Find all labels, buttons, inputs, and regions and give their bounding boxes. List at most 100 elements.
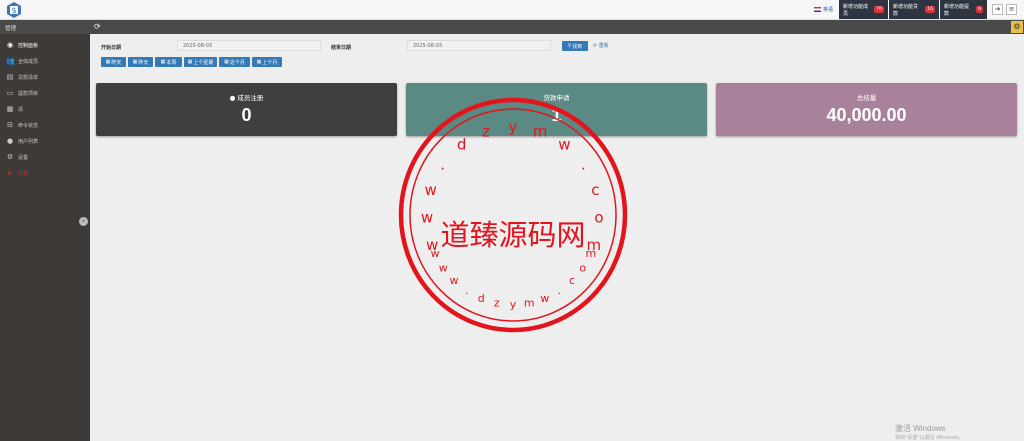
sidebar: ◉ 控制面板 👥 全体成员 ▤ 贷款清单 ▭ 提款项目 ▦ 清 ⊟ 命令状态 ●… (0, 34, 90, 441)
logout-icon[interactable]: ➜ (992, 4, 1003, 15)
notification-label: 新增功能成员 (843, 3, 869, 17)
sidebar-item-label: 贷款清单 (18, 74, 39, 81)
stamp-char: c (591, 181, 599, 199)
reset-icon: ⟳ (593, 43, 598, 49)
notification-badge: 76 (874, 6, 884, 13)
stamp-inner-ring (409, 108, 617, 322)
stat-card-value: 0 (241, 105, 252, 125)
stamp-char: z (482, 123, 490, 141)
menu-icon[interactable]: ≡ (1006, 4, 1017, 15)
stamp-name: 道臻源码网 (440, 218, 585, 252)
sidebar-item-logout[interactable]: ▸ 注销 (0, 165, 90, 181)
list-icon: ▤ (6, 73, 14, 81)
sidebar-item-settings[interactable]: ⚙ 设置 (0, 149, 90, 165)
stamp-char: w (424, 181, 436, 199)
sidebar-item-orders[interactable]: ⊟ 命令状态 (0, 117, 90, 133)
withdraw-icon: ▭ (6, 89, 14, 97)
top-navbar: $ 英语 新增功能成员 76 新增功能贷款 16 新增功能提款 6 ➜ ≡ (0, 0, 1024, 20)
language-switch[interactable]: 英语 (814, 6, 833, 13)
notification-label: 新增功能提款 (944, 3, 970, 17)
range-button-yesterday-2[interactable]: ▦ 昨天 (128, 57, 153, 67)
stamp-char: w (450, 274, 459, 287)
watermark-stamp: www.dz y mw.com www.d z y m w.com 道臻源码网 (398, 97, 628, 333)
notification-badge: 16 (925, 6, 935, 13)
management-label: 管理 (5, 26, 17, 32)
cart-icon: ⊟ (7, 121, 13, 129)
notification-new-members[interactable]: 新增功能成员 76 (839, 0, 888, 19)
start-date-input[interactable]: 2025-08-03 (177, 40, 321, 51)
stamp-char: w (540, 292, 549, 305)
stat-card-total: 总结量 40,000.00 (716, 83, 1017, 136)
settings-gear-icon[interactable]: ⚙ (1011, 21, 1023, 33)
stamp-char: y (509, 118, 518, 136)
range-button-yesterday[interactable]: ▦ 昨天 (101, 57, 126, 67)
range-button-last-week[interactable]: ▦ 上个星期 (184, 57, 217, 67)
range-button-last-month[interactable]: ▦ 上个月 (252, 57, 282, 67)
sidebar-item-label: 全体成员 (18, 58, 39, 65)
sidebar-item-label: 命令状态 (18, 122, 39, 129)
refresh-icon[interactable]: ⟳ (94, 22, 103, 31)
reset-button[interactable]: ⟳ 重新 (593, 42, 609, 49)
stamp-char: y (510, 298, 517, 311)
calendar-icon: ▦ (160, 59, 166, 65)
stat-card-title-text: 成员注册 (237, 94, 264, 102)
sidebar-item-label: 控制面板 (18, 42, 39, 49)
sub-header: 管理 ⟳ ⚙ (0, 20, 1024, 34)
range-label: 本周 (166, 59, 177, 66)
sidebar-item-members[interactable]: 👥 全体成员 (0, 53, 90, 69)
collapse-sidebar-icon[interactable]: ‹ (79, 217, 88, 226)
search-button-label: 找到 (572, 43, 583, 50)
user-icon: ● (6, 137, 14, 145)
range-label: 这个月 (229, 59, 245, 66)
end-date-label: 结束日期 (331, 45, 352, 51)
sidebar-item-users[interactable]: ● 用户列表 (0, 133, 90, 149)
stamp-char: m (533, 123, 548, 141)
user-icon: ● (229, 94, 236, 102)
stat-card-members: ● 成员注册 0 (96, 83, 397, 136)
notification-label: 新增功能贷款 (893, 3, 919, 17)
sidebar-item-label: 注销 (18, 170, 29, 177)
users-icon: 👥 (6, 57, 15, 65)
range-button-this-week[interactable]: ▦ 本周 (155, 57, 182, 67)
stat-card-title: ● 成员注册 (96, 92, 397, 102)
sidebar-item-dashboard[interactable]: ◉ 控制面板 (0, 37, 90, 53)
stamp-char: w (421, 209, 433, 227)
stamp-char: o (579, 262, 586, 275)
logo-icon[interactable]: $ (5, 1, 23, 19)
stamp-char: w (558, 135, 570, 153)
stamp-char: d (478, 292, 485, 305)
svg-text:$: $ (11, 6, 16, 15)
stat-card-value: 40,000.00 (826, 105, 907, 125)
stat-card-title: 总结量 (856, 94, 877, 102)
search-icon: ⚲ (567, 43, 572, 49)
windows-activation-subtitle: 转到"设置"以激活 Windows。 (895, 435, 964, 441)
stamp-char: . (465, 284, 469, 297)
range-button-this-month[interactable]: ▦ 这个月 (219, 57, 250, 67)
range-label: 昨天 (138, 59, 149, 66)
reset-button-label: 重新 (598, 43, 609, 49)
end-date-input[interactable]: 2025-08-03 (407, 40, 551, 51)
search-button[interactable]: ⚲ 找到 (562, 41, 588, 51)
range-label: 上个星期 (193, 59, 214, 66)
notification-new-loans[interactable]: 新增功能贷款 16 (889, 0, 939, 19)
notification-badge: 6 (976, 6, 983, 13)
sidebar-item-label: 提款项目 (18, 90, 39, 97)
gear-icon: ⚙ (6, 153, 14, 161)
sidebar-item-loans[interactable]: ▤ 贷款清单 (0, 69, 90, 85)
stamp-char: m (586, 247, 597, 260)
calendar-icon: ▦ (256, 59, 262, 65)
sidebar-item-withdrawals[interactable]: ▭ 提款项目 (0, 85, 90, 101)
sidebar-item-clear[interactable]: ▦ 清 (0, 101, 90, 117)
stamp-char: . (581, 156, 586, 174)
range-label: 上个月 (262, 59, 278, 66)
language-label: 英语 (823, 7, 834, 13)
windows-activation-title: 激活 Windows (895, 424, 946, 433)
notification-new-withdrawals[interactable]: 新增功能提款 6 (940, 0, 987, 19)
calendar-icon: ▦ (105, 59, 111, 65)
stamp-char: w (439, 262, 448, 275)
range-label: 昨天 (111, 59, 122, 66)
stamp-char: w (431, 247, 440, 260)
logout-icon: ▸ (8, 169, 12, 177)
stamp-char: c (569, 274, 575, 287)
sidebar-item-label: 用户列表 (18, 138, 39, 145)
